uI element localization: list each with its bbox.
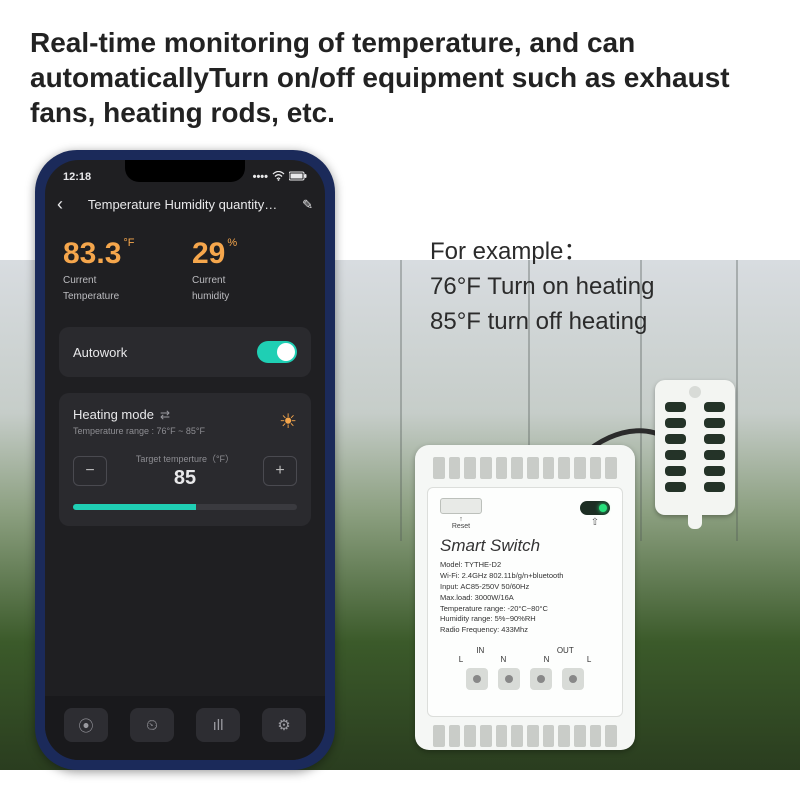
back-button[interactable]: ‹ xyxy=(57,194,63,215)
device-body: ↑Reset ⇧ Smart Switch Model: TYTHE-D2 Wi… xyxy=(427,487,623,717)
terminal xyxy=(498,668,520,690)
target-label: Target temperture（°F） xyxy=(117,452,253,465)
autowork-label: Autowork xyxy=(73,345,127,360)
hum-unit: % xyxy=(227,237,237,249)
spec-row: Model: TYTHE-D2 xyxy=(440,560,610,571)
nav-stats[interactable]: ıll xyxy=(196,708,240,742)
device-brand: Smart Switch xyxy=(440,536,610,556)
io-n: N xyxy=(501,655,507,664)
hum-value: 29 xyxy=(192,237,225,271)
temp-unit: °F xyxy=(123,237,134,249)
temp-value: 83.3 xyxy=(63,237,121,271)
target-plus-button[interactable]: + xyxy=(263,456,297,486)
device-bottom-vents xyxy=(427,725,623,747)
phone-frame: 12:18 •••• ‹ Temperature Humidity quanti… xyxy=(35,150,335,770)
readings-block: 83.3°F Current Temperature 29% Current h… xyxy=(45,227,325,319)
io-l: L xyxy=(459,655,463,664)
page-title: Temperature Humidity quantity… xyxy=(71,197,294,212)
sensor-probe xyxy=(655,380,735,515)
bottom-nav: ⦿ ⏲ ıll ⚙ xyxy=(45,696,325,760)
status-time: 12:18 xyxy=(63,171,91,183)
target-slider[interactable] xyxy=(73,504,297,510)
status-led xyxy=(580,501,610,515)
smart-switch-device: ↑Reset ⇧ Smart Switch Model: TYTHE-D2 Wi… xyxy=(415,445,635,750)
phone-screen: 12:18 •••• ‹ Temperature Humidity quanti… xyxy=(45,160,325,760)
autowork-card: Autowork xyxy=(59,327,311,377)
example-block: For example： 76°F Turn on heating 85°F t… xyxy=(430,235,654,339)
phone-notch xyxy=(125,160,245,182)
page-header: ‹ Temperature Humidity quantity… ✎ xyxy=(45,186,325,227)
temp-label-1: Current xyxy=(63,275,178,287)
battery-icon xyxy=(289,171,307,184)
io-in-label: IN xyxy=(476,646,484,655)
mode-subtitle: Temperature range : 76°F ~ 85°F xyxy=(73,426,205,436)
edit-button[interactable]: ✎ xyxy=(302,197,313,213)
example-line-2: 85°F turn off heating xyxy=(430,305,654,340)
target-minus-button[interactable]: − xyxy=(73,456,107,486)
reading-humidity: 29% Current humidity xyxy=(192,237,307,303)
spec-row: Temperature range: -20°C~80°C xyxy=(440,604,610,615)
wifi-indicator-icon: ⇧ xyxy=(580,517,610,528)
spec-row: Humidity range: 5%~90%RH xyxy=(440,614,610,625)
io-out-label: OUT xyxy=(557,646,574,655)
swap-icon[interactable]: ⇄ xyxy=(160,408,170,422)
nav-timer[interactable]: ⏲ xyxy=(130,708,174,742)
io-l: L xyxy=(587,655,591,664)
spec-row: Radio Frequency: 433Mhz xyxy=(440,625,610,636)
wifi-icon xyxy=(272,171,285,184)
spec-row: Wi-Fi: 2.4GHz 802.11b/g/n+bluetooth xyxy=(440,571,610,582)
io-n: N xyxy=(544,655,550,664)
sensor-tail xyxy=(688,511,702,529)
spec-row: Input: AC85-250V 50/60Hz xyxy=(440,582,610,593)
headline-text: Real-time monitoring of temperature, and… xyxy=(30,25,770,130)
hum-label-1: Current xyxy=(192,275,307,287)
terminal xyxy=(466,668,488,690)
terminal xyxy=(562,668,584,690)
temp-label-2: Temperature xyxy=(63,291,178,303)
spec-row: Max.load: 3000W/16A xyxy=(440,593,610,604)
example-line-1: 76°F Turn on heating xyxy=(430,270,654,305)
mode-title: Heating mode xyxy=(73,407,154,422)
hum-label-2: humidity xyxy=(192,291,307,303)
nav-home[interactable]: ⦿ xyxy=(64,708,108,742)
reset-button[interactable] xyxy=(440,498,482,514)
target-slider-fill xyxy=(73,504,196,510)
signal-icon: •••• xyxy=(253,171,268,183)
example-title: For example： xyxy=(430,235,654,270)
sun-icon: ☀ xyxy=(279,409,297,434)
autowork-toggle[interactable] xyxy=(257,341,297,363)
terminal xyxy=(530,668,552,690)
device-specs: Model: TYTHE-D2 Wi-Fi: 2.4GHz 802.11b/g/… xyxy=(440,560,610,636)
target-value: 85 xyxy=(117,467,253,490)
nav-settings[interactable]: ⚙ xyxy=(262,708,306,742)
device-terminals xyxy=(440,668,610,690)
mode-card: Heating mode ⇄ Temperature range : 76°F … xyxy=(59,393,311,526)
sensor-eye xyxy=(689,386,701,398)
reset-label: ↑Reset xyxy=(440,516,482,530)
reading-temperature: 83.3°F Current Temperature xyxy=(63,237,178,303)
device-top-vents xyxy=(427,457,623,479)
